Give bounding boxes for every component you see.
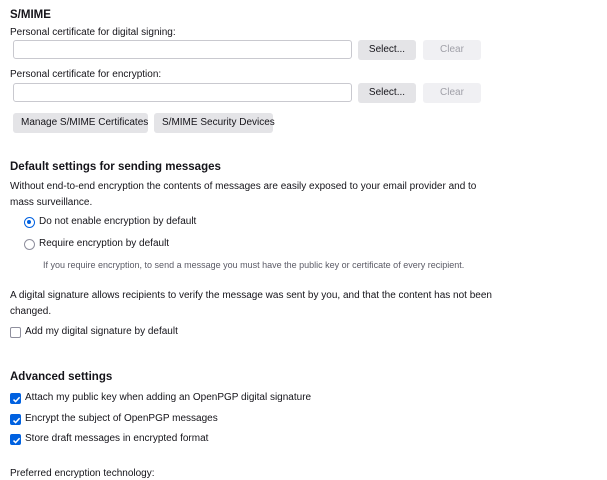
encrypt-subject-checkbox[interactable] [10,414,21,425]
add-signature-checkbox[interactable] [10,327,21,338]
checkmark-icon [12,396,21,403]
signing-cert-label: Personal certificate for digital signing… [10,27,176,38]
encrypted-drafts-checkbox[interactable] [10,434,21,445]
encrypt-subject-label[interactable]: Encrypt the subject of OpenPGP messages [25,413,218,424]
attach-public-key-label[interactable]: Attach my public key when adding an Open… [25,392,311,403]
checkmark-icon [12,417,21,424]
attach-public-key-checkbox[interactable] [10,393,21,404]
encrypted-drafts-label[interactable]: Store draft messages in encrypted format [25,433,208,444]
preferred-technology-label: Preferred encryption technology: [10,468,155,479]
advanced-settings-heading: Advanced settings [10,371,113,383]
encryption-description: Without end-to-end encryption the conten… [10,181,477,208]
no-encryption-radio[interactable] [24,217,35,228]
encryption-select-button[interactable]: Select... [358,83,416,103]
signing-clear-button[interactable]: Clear [423,40,481,60]
checkmark-icon [12,437,21,444]
require-encryption-radio[interactable] [24,239,35,250]
smime-heading: S/MIME [10,9,51,21]
encryption-clear-button[interactable]: Clear [423,83,481,103]
signing-select-button[interactable]: Select... [358,40,416,60]
manage-smime-certificates-button[interactable]: Manage S/MIME Certificates [13,113,148,133]
no-encryption-label[interactable]: Do not enable encryption by default [39,216,196,227]
smime-security-devices-button[interactable]: S/MIME Security Devices [154,113,275,133]
encryption-cert-label: Personal certificate for encryption: [10,69,162,80]
encryption-cert-field[interactable] [13,83,352,102]
signing-cert-field[interactable] [13,40,352,59]
require-encryption-label[interactable]: Require encryption by default [39,238,169,249]
signature-description: A digital signature allows recipients to… [10,290,492,317]
require-encryption-hint: If you require encryption, to send a mes… [43,260,465,270]
add-signature-label[interactable]: Add my digital signature by default [25,326,178,337]
default-settings-heading: Default settings for sending messages [10,161,221,173]
